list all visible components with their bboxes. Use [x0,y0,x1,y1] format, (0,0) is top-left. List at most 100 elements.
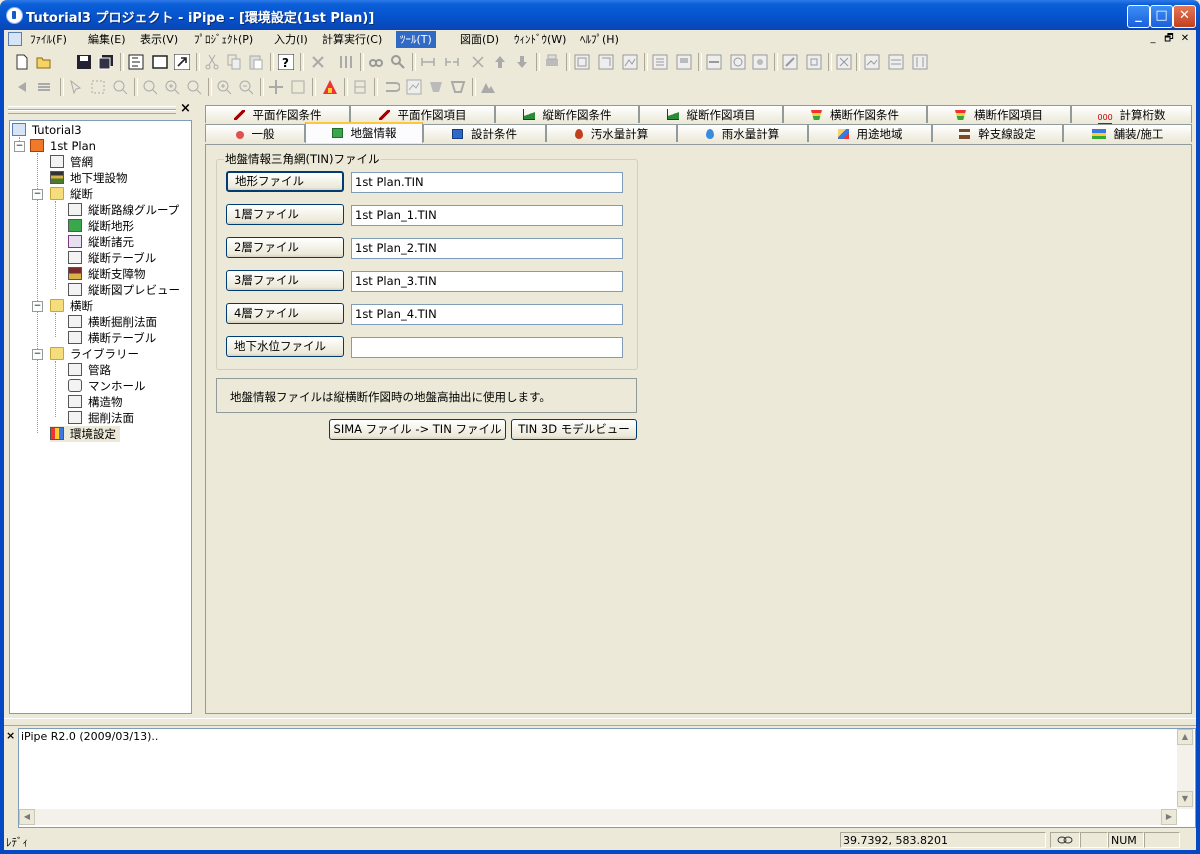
connect-icon[interactable] [420,54,436,70]
layer4-file-field[interactable]: 1st Plan_4.TIN [351,304,623,325]
zoom-window-icon[interactable] [142,79,158,95]
profile-tool-icon[interactable] [406,79,422,95]
select-area-icon[interactable] [90,79,106,95]
layer3-file-button[interactable]: 3層ファイル [226,270,344,291]
terrain-tool-icon[interactable] [480,79,496,95]
edit-2-icon[interactable] [806,54,822,70]
redraw-icon[interactable] [290,79,306,95]
drawing-tool-2-icon[interactable] [598,54,614,70]
menu-window[interactable]: ｳｨﾝﾄﾞｳ(W) [510,31,570,48]
output-vertical-scrollbar[interactable]: ▲ ▼ [1177,729,1194,809]
groundwater-file-field[interactable] [351,337,623,358]
menu-drawing[interactable]: 図面(D) [456,31,503,48]
layout-2-icon[interactable] [676,54,692,70]
tab-plan-drawing-conditions[interactable]: 平面作図条件 [205,105,350,123]
layout-1-icon[interactable] [652,54,668,70]
view-3-icon[interactable] [912,54,928,70]
tab-design-conditions[interactable]: 設計条件 [423,124,546,142]
select-icon[interactable] [68,79,84,95]
window-frame-icon[interactable] [152,54,168,70]
tree-collapse-library[interactable]: − [32,349,43,360]
output-horizontal-scrollbar[interactable]: ◀ ▶ [19,809,1177,825]
pane-splitter[interactable] [4,718,1196,726]
close-button[interactable]: ✕ [1173,5,1196,28]
drawing-tool-1-icon[interactable] [574,54,590,70]
tab-land-use[interactable]: 用途地域 [808,124,932,142]
section-tool-icon[interactable] [428,79,444,95]
tab-sewage-calc[interactable]: 汚水量計算 [546,124,677,142]
pan-icon[interactable] [268,79,284,95]
paste-icon[interactable] [248,54,264,70]
layer1-file-field[interactable]: 1st Plan_1.TIN [351,205,623,226]
network-icon[interactable] [310,54,326,70]
drawing-tool-3-icon[interactable] [622,54,638,70]
tab-ground-info[interactable]: 地盤情報 [305,122,423,143]
copy-icon[interactable] [226,54,242,70]
edit-3-icon[interactable] [836,54,852,70]
layer3-file-field[interactable]: 1st Plan_3.TIN [351,271,623,292]
find-icon[interactable] [368,54,384,70]
tree-panel-close-icon[interactable]: × [180,101,191,116]
pointer-tool-icon[interactable] [174,54,190,70]
tab-cross-drawing-conditions[interactable]: 横断作図条件 [783,105,927,123]
terrain-file-button[interactable]: 地形ファイル [226,171,344,192]
save-all-icon[interactable] [98,54,114,70]
view-2-icon[interactable] [888,54,904,70]
tab-trunk-branch[interactable]: 幹支線設定 [932,124,1063,142]
menu-view[interactable]: 表示(V) [136,31,182,48]
edit-1-icon[interactable] [782,54,798,70]
layout-5-icon[interactable] [752,54,768,70]
tab-profile-drawing-items[interactable]: 縦断作図項目 [639,105,783,123]
delete-icon[interactable] [470,54,486,70]
layout-3-icon[interactable] [706,54,722,70]
view-1-icon[interactable] [864,54,880,70]
warning-tool-icon[interactable] [322,79,338,95]
tin-3d-model-view-button[interactable]: TIN 3D モデルビュー [511,419,637,440]
save-icon[interactable] [76,54,92,70]
tree-collapse-profile[interactable]: − [32,189,43,200]
tab-rainwater-calc[interactable]: 雨水量計算 [677,124,808,142]
tree-collapse-cross-section[interactable]: − [32,301,43,312]
layer1-file-button[interactable]: 1層ファイル [226,204,344,225]
terrain-file-field[interactable]: 1st Plan.TIN [351,172,623,193]
maximize-button[interactable]: □ [1150,5,1173,28]
menu-help[interactable]: ﾍﾙﾌﾟ(H) [576,31,623,48]
menu-tools[interactable]: ﾂｰﾙ(T) [396,31,436,48]
sima-to-tin-button[interactable]: SIMA ファイル -> TIN ファイル [329,419,506,440]
tab-profile-drawing-conditions[interactable]: 縦断作図条件 [495,105,639,123]
document-icon[interactable] [8,32,22,46]
disconnect-icon[interactable] [444,54,460,70]
menu-project[interactable]: ﾌﾟﾛｼﾞｪｸﾄ(P) [190,31,257,48]
up-arrow-icon[interactable] [492,54,508,70]
replace-icon[interactable] [390,54,406,70]
zoom-in-icon[interactable] [216,79,232,95]
tab-general[interactable]: 一般 [205,124,305,142]
nav-back-icon[interactable] [14,79,30,95]
layer2-file-button[interactable]: 2層ファイル [226,237,344,258]
zoom-extent-icon[interactable] [186,79,202,95]
layout-4-icon[interactable] [730,54,746,70]
tree-collapse-1st-plan[interactable]: − [14,141,25,152]
pipes-icon[interactable] [338,54,354,70]
tab-calc-digits[interactable]: 000 計算桁数 [1071,105,1192,124]
scroll-down-icon[interactable]: ▼ [1177,791,1193,807]
tab-cross-drawing-items[interactable]: 横断作図項目 [927,105,1071,123]
layers-icon[interactable] [36,79,52,95]
mdi-close-button[interactable]: ✕ [1178,32,1192,45]
minimize-button[interactable]: _ [1127,5,1150,28]
pipe-tool-icon[interactable] [384,79,400,95]
open-folder-icon[interactable] [36,54,52,70]
layer4-file-button[interactable]: 4層ファイル [226,303,344,324]
scroll-left-icon[interactable]: ◀ [19,809,35,825]
groundwater-file-button[interactable]: 地下水位ファイル [226,336,344,357]
down-arrow-icon[interactable] [514,54,530,70]
manhole-tool-icon[interactable] [352,79,368,95]
output-close-icon[interactable]: × [6,729,15,742]
zoom-select-icon[interactable] [112,79,128,95]
tree-item-environment-settings[interactable]: 環境設定 [50,426,120,442]
scroll-right-icon[interactable]: ▶ [1161,809,1177,825]
scroll-up-icon[interactable]: ▲ [1177,729,1193,745]
tab-plan-drawing-items[interactable]: 平面作図項目 [350,105,495,123]
menu-file[interactable]: ﾌｧｲﾙ(F) [26,31,71,48]
menu-edit[interactable]: 編集(E) [84,31,130,48]
